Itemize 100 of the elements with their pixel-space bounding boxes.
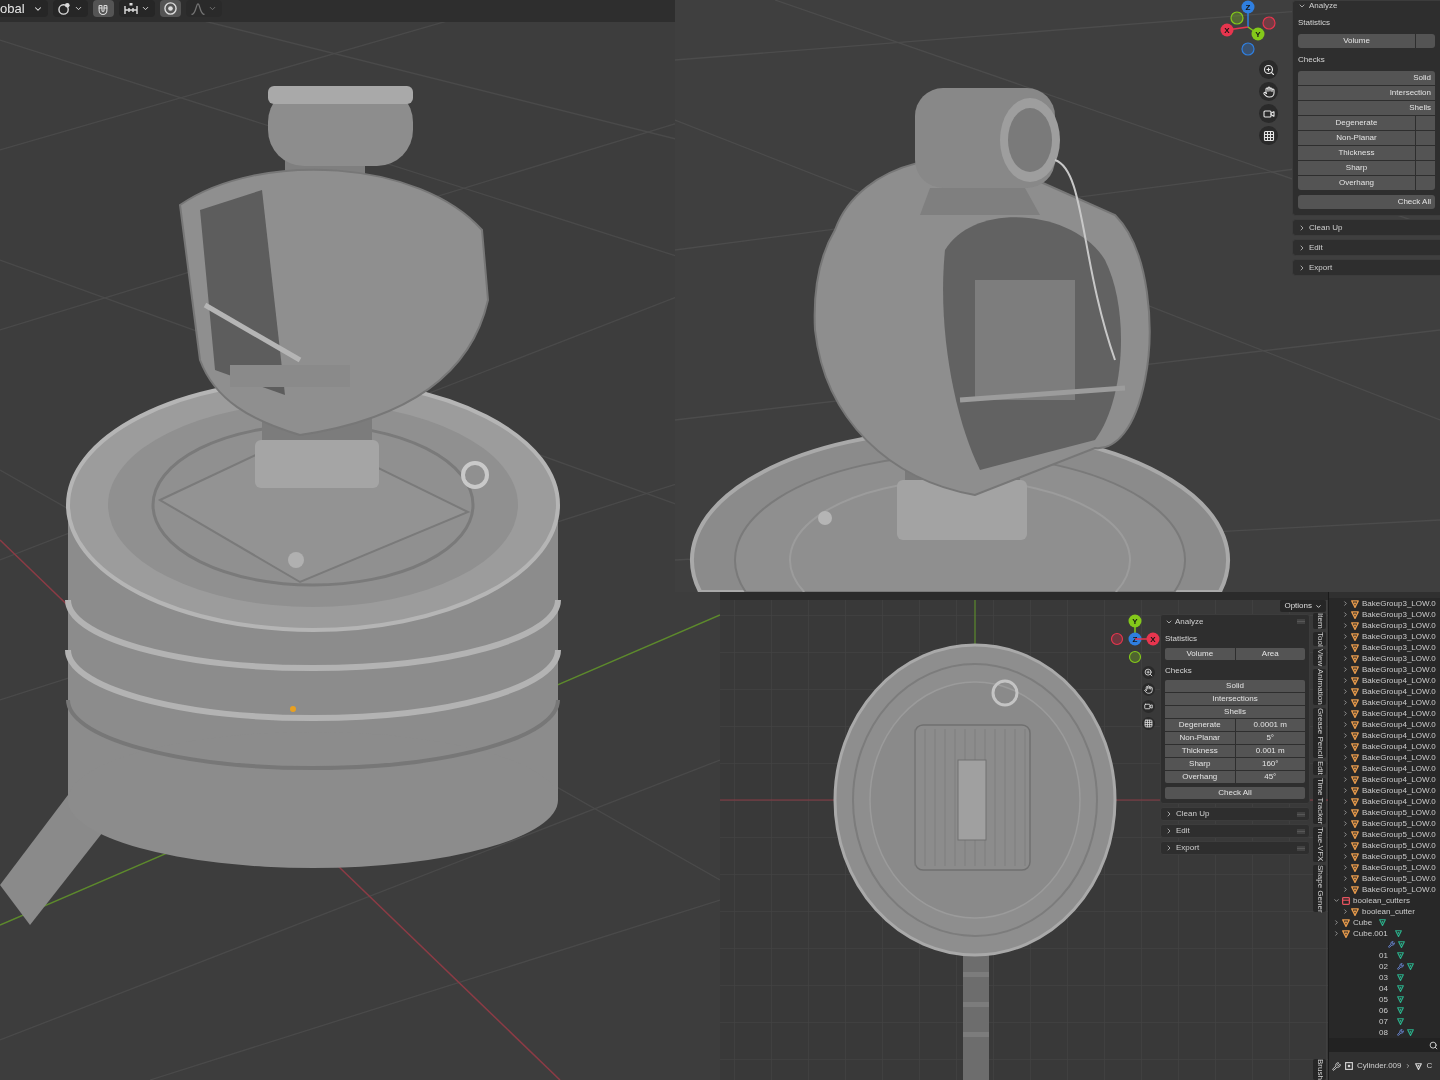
outliner-row[interactable]: BakeGroup4_LOW.0 bbox=[1329, 708, 1440, 719]
pivot-dropdown[interactable] bbox=[52, 0, 88, 17]
outliner-row[interactable]: BakeGroup3_LOW.0 bbox=[1329, 598, 1440, 609]
outliner-row[interactable]: boolean_cutters bbox=[1329, 895, 1440, 906]
sidebar-tab[interactable]: Shape Gener bbox=[1313, 864, 1326, 913]
chevron-right-icon[interactable] bbox=[1342, 644, 1349, 651]
check-all-button[interactable]: Check All bbox=[1165, 787, 1305, 799]
chevron-right-icon[interactable] bbox=[1342, 611, 1349, 618]
chevron-right-icon[interactable] bbox=[1342, 721, 1349, 728]
outliner-row[interactable]: 06 bbox=[1329, 1005, 1440, 1016]
value-field[interactable] bbox=[1416, 116, 1435, 130]
outliner-row[interactable]: boolean_cutter bbox=[1329, 906, 1440, 917]
outliner-row[interactable]: BakeGroup4_LOW.0 bbox=[1329, 686, 1440, 697]
check-button[interactable]: Thickness bbox=[1298, 146, 1415, 160]
check-button[interactable]: Sharp bbox=[1165, 758, 1235, 770]
chevron-right-icon[interactable] bbox=[1342, 853, 1349, 860]
wrench-icon[interactable] bbox=[1332, 1061, 1341, 1071]
value-field[interactable]: 5° bbox=[1235, 732, 1305, 744]
increment-dropdown[interactable] bbox=[118, 0, 155, 17]
outliner-row[interactable]: BakeGroup5_LOW.0 bbox=[1329, 873, 1440, 884]
chevron-right-icon[interactable] bbox=[1342, 864, 1349, 871]
check-button[interactable]: Overhang bbox=[1298, 176, 1415, 190]
chevron-right-icon[interactable] bbox=[1333, 919, 1340, 926]
statistic-button[interactable]: Volume bbox=[1165, 648, 1235, 660]
negative-axis-handle[interactable] bbox=[1110, 632, 1124, 646]
sidebar-tab[interactable]: Edit bbox=[1313, 761, 1326, 776]
outliner-row[interactable]: 05 bbox=[1329, 994, 1440, 1005]
sidebar-tab[interactable]: Grease Pencil bbox=[1313, 708, 1326, 759]
chevron-right-icon[interactable] bbox=[1342, 688, 1349, 695]
sidebar-tab[interactable]: Animation bbox=[1313, 669, 1326, 706]
outliner-row[interactable]: BakeGroup4_LOW.0 bbox=[1329, 763, 1440, 774]
outliner-row[interactable]: BakeGroup4_LOW.0 bbox=[1329, 796, 1440, 807]
subpanel-header[interactable]: Edit bbox=[1292, 239, 1440, 256]
negative-axis-handle[interactable] bbox=[1241, 42, 1255, 56]
chevron-right-icon[interactable] bbox=[1342, 875, 1349, 882]
outliner-row[interactable]: BakeGroup5_LOW.0 bbox=[1329, 851, 1440, 862]
outliner-row[interactable]: BakeGroup4_LOW.0 bbox=[1329, 741, 1440, 752]
check-button[interactable]: Solid bbox=[1298, 71, 1435, 85]
axis-handle[interactable]: X bbox=[1220, 23, 1249, 37]
chevron-right-icon[interactable] bbox=[1342, 809, 1349, 816]
outliner-row[interactable]: BakeGroup3_LOW.0 bbox=[1329, 609, 1440, 620]
outliner-row[interactable]: 04 bbox=[1329, 983, 1440, 994]
chevron-right-icon[interactable] bbox=[1342, 820, 1349, 827]
chevron-right-icon[interactable] bbox=[1342, 743, 1349, 750]
sidebar-tab[interactable]: View bbox=[1313, 649, 1326, 667]
chevron-right-icon[interactable] bbox=[1342, 677, 1349, 684]
chevron-right-icon[interactable] bbox=[1342, 710, 1349, 717]
negative-axis-handle[interactable] bbox=[1262, 16, 1276, 30]
value-field[interactable] bbox=[1416, 161, 1435, 175]
chevron-right-icon[interactable] bbox=[1342, 798, 1349, 805]
value-field[interactable] bbox=[1416, 131, 1435, 145]
chevron-right-icon[interactable] bbox=[1342, 765, 1349, 772]
outliner-row[interactable]: 03 bbox=[1329, 972, 1440, 983]
snap-toggle[interactable] bbox=[92, 0, 114, 17]
chevron-right-icon[interactable] bbox=[1342, 908, 1349, 915]
subpanel-header[interactable]: Clean Up bbox=[1160, 807, 1310, 821]
outliner-row[interactable]: BakeGroup4_LOW.0 bbox=[1329, 752, 1440, 763]
check-all-button[interactable]: Check All bbox=[1298, 195, 1435, 209]
check-button[interactable]: Thickness bbox=[1165, 745, 1235, 757]
axis-handle[interactable]: Z bbox=[1128, 632, 1142, 646]
outliner-row[interactable]: BakeGroup4_LOW.0 bbox=[1329, 730, 1440, 741]
chevron-right-icon[interactable] bbox=[1342, 831, 1349, 838]
outliner-row[interactable]: BakeGroup5_LOW.0 bbox=[1329, 818, 1440, 829]
outliner-row[interactable]: 02 bbox=[1329, 961, 1440, 972]
subpanel-header[interactable]: Export bbox=[1160, 841, 1310, 855]
outliner-row[interactable]: BakeGroup3_LOW.0 bbox=[1329, 653, 1440, 664]
value-field[interactable]: 45° bbox=[1235, 771, 1305, 783]
outliner-row[interactable]: Cube.001 bbox=[1329, 928, 1440, 939]
outliner-row[interactable]: BakeGroup3_LOW.0 bbox=[1329, 664, 1440, 675]
chevron-right-icon[interactable] bbox=[1342, 699, 1349, 706]
outliner-row[interactable]: BakeGroup5_LOW.0 bbox=[1329, 807, 1440, 818]
sidebar-tab[interactable]: Brush bbox=[1313, 1059, 1326, 1080]
outliner-row[interactable]: BakeGroup3_LOW.0 bbox=[1329, 642, 1440, 653]
outliner-row[interactable]: BakeGroup4_LOW.0 bbox=[1329, 697, 1440, 708]
value-field[interactable]: 0.001 m bbox=[1235, 745, 1305, 757]
chevron-right-icon[interactable] bbox=[1342, 776, 1349, 783]
orientation-dropdown[interactable]: obal bbox=[0, 0, 48, 17]
check-button[interactable]: Shells bbox=[1165, 706, 1305, 718]
chevron-right-icon[interactable] bbox=[1342, 622, 1349, 629]
panel-header[interactable]: Analyze bbox=[1298, 1, 1435, 11]
chevron-right-icon[interactable] bbox=[1342, 732, 1349, 739]
negative-axis-handle[interactable] bbox=[1230, 11, 1244, 25]
value-field[interactable] bbox=[1416, 176, 1435, 190]
outliner-row[interactable]: BakeGroup4_LOW.0 bbox=[1329, 675, 1440, 686]
chevron-right-icon[interactable] bbox=[1342, 666, 1349, 673]
outliner-row[interactable]: Cube bbox=[1329, 917, 1440, 928]
chevron-right-icon[interactable] bbox=[1333, 930, 1340, 937]
value-field[interactable]: 160° bbox=[1235, 758, 1305, 770]
outliner-row[interactable]: 07 bbox=[1329, 1016, 1440, 1027]
outliner-row[interactable]: BakeGroup3_LOW.0 bbox=[1329, 631, 1440, 642]
options-dropdown[interactable]: Options bbox=[1280, 600, 1326, 612]
search-field[interactable] bbox=[1329, 1038, 1440, 1052]
check-button[interactable]: Non-Planar bbox=[1165, 732, 1235, 744]
chevron-right-icon[interactable] bbox=[1342, 886, 1349, 893]
proportional-toggle[interactable] bbox=[159, 0, 181, 17]
outliner-row[interactable]: BakeGroup4_LOW.0 bbox=[1329, 719, 1440, 730]
value-field[interactable] bbox=[1416, 146, 1435, 160]
chevron-right-icon[interactable] bbox=[1342, 600, 1349, 607]
subpanel-header[interactable]: Export bbox=[1292, 259, 1440, 276]
check-button[interactable]: Degenerate bbox=[1298, 116, 1415, 130]
